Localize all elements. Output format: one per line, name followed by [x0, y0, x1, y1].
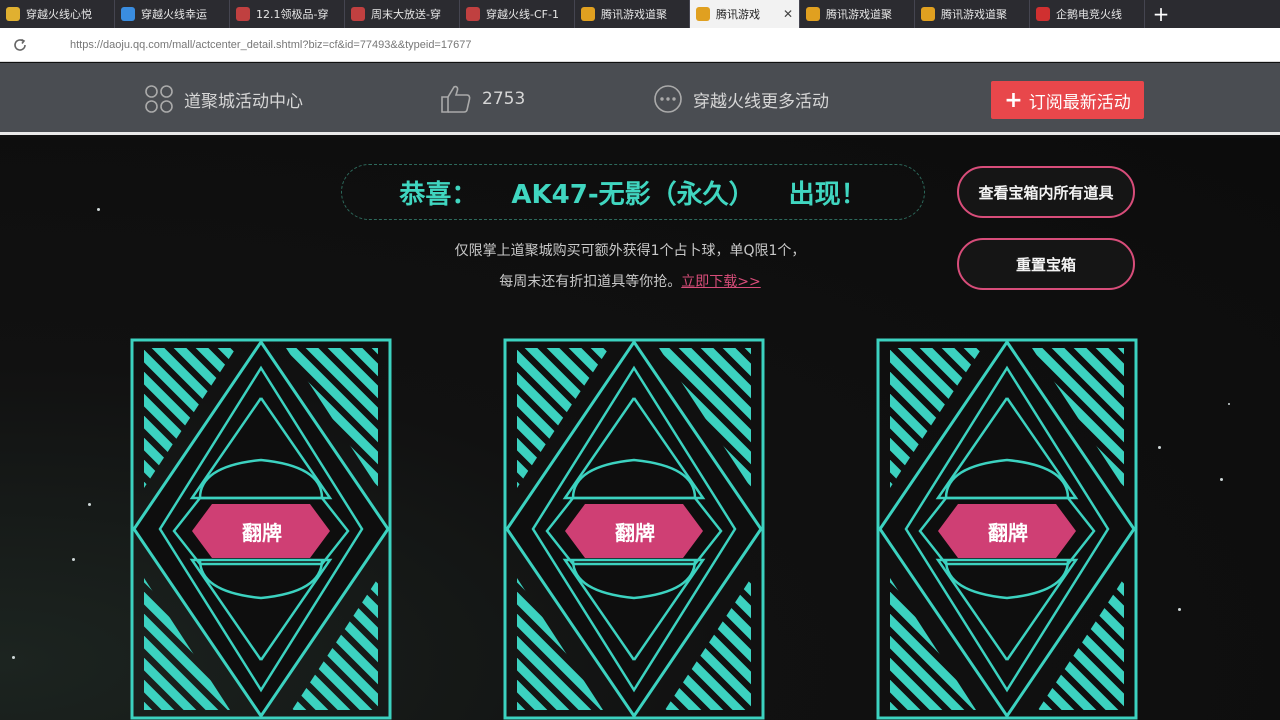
reload-icon: [14, 38, 26, 51]
browser-tab[interactable]: 12.1领极品-穿: [230, 0, 345, 28]
view-all-items-button[interactable]: 查看宝箱内所有道具: [957, 166, 1135, 218]
tab-title: 腾讯游戏道聚: [601, 8, 667, 21]
browser-tab[interactable]: 穿越火线幸运: [115, 0, 230, 28]
tab-favicon-icon: [236, 7, 250, 21]
tab-title: 周末大放送-穿: [371, 8, 441, 21]
flip-card-button[interactable]: 翻牌: [942, 504, 1074, 558]
flip-card[interactable]: 翻牌: [876, 338, 1138, 720]
tab-strip: 穿越火线心悦 穿越火线幸运 12.1领极品-穿 周末大放送-穿 穿越火线-CF-1 腾讯游…: [0, 0, 1280, 28]
browser-tab[interactable]: 周末大放送-穿: [345, 0, 460, 28]
banner-item: AK47-无影（永久）: [511, 179, 755, 210]
tab-title: 穿越火线-CF-1: [486, 8, 559, 21]
promo-line-2: 每周末还有折扣道具等你抢。立即下载>>: [400, 267, 860, 298]
browser-tab[interactable]: 腾讯游戏道聚: [575, 0, 690, 28]
more-activities-link[interactable]: 穿越火线更多活动: [653, 81, 829, 117]
browser-tab[interactable]: 穿越火线-CF-1: [460, 0, 575, 28]
like-button[interactable]: 2753: [440, 81, 525, 117]
flip-card-button[interactable]: 翻牌: [569, 504, 701, 558]
star-decoration: [1158, 446, 1161, 449]
tab-favicon-icon: [806, 7, 820, 21]
new-tab-button[interactable]: +: [1145, 0, 1177, 28]
tab-favicon-icon: [351, 7, 365, 21]
browser-tab[interactable]: 穿越火线心悦: [0, 0, 115, 28]
banner-prefix: 恭喜：: [399, 179, 478, 210]
promo-line-2-text: 每周末还有折扣道具等你抢。: [499, 274, 682, 290]
thumbs-up-icon: [441, 85, 471, 113]
like-count: 2753: [482, 89, 526, 109]
tab-favicon-icon: [581, 7, 595, 21]
address-bar: https://daoju.qq.com/mall/actcenter_deta…: [0, 28, 1280, 62]
browser-tab[interactable]: 腾讯游戏 ✕: [690, 0, 800, 28]
tab-favicon-icon: [121, 7, 135, 21]
star-decoration: [1228, 403, 1230, 405]
tab-title: 穿越火线心悦: [26, 8, 92, 21]
tab-title: 企鹅电竞火线: [1056, 8, 1122, 21]
promo-line-1: 仅限掌上道聚城购买可额外获得1个占卜球，单Q限1个，: [454, 243, 806, 259]
star-decoration: [97, 208, 100, 211]
star-decoration: [12, 656, 15, 659]
tab-title: 腾讯游戏道聚: [826, 8, 892, 21]
flip-card[interactable]: 翻牌: [503, 338, 765, 720]
tab-title: 12.1领极品-穿: [256, 8, 329, 21]
subscribe-button[interactable]: + 订阅最新活动: [991, 81, 1144, 119]
more-activities-label: 穿越火线更多活动: [693, 91, 829, 112]
browser-tab[interactable]: 腾讯游戏道聚: [915, 0, 1030, 28]
browser-tab[interactable]: 腾讯游戏道聚: [800, 0, 915, 28]
tab-favicon-icon: [1036, 7, 1050, 21]
tab-favicon-icon: [6, 7, 20, 21]
activity-center-label: 道聚城活动中心: [184, 91, 303, 112]
flip-card-button[interactable]: 翻牌: [196, 504, 328, 558]
flip-card[interactable]: 翻牌: [130, 338, 392, 720]
banner-suffix: 出现！: [788, 179, 867, 210]
download-link[interactable]: 立即下载>>: [681, 274, 760, 290]
tab-favicon-icon: [696, 7, 710, 21]
tab-title: 穿越火线幸运: [141, 8, 207, 21]
star-decoration: [72, 558, 75, 561]
tab-favicon-icon: [466, 7, 480, 21]
browser-tab[interactable]: 企鹅电竞火线: [1030, 0, 1145, 28]
tab-title: 腾讯游戏: [716, 8, 760, 21]
plus-icon: +: [1004, 87, 1023, 113]
activity-header: 道聚城活动中心 2753 穿越火线更多活动 + 订阅最新活动: [0, 63, 1280, 135]
star-decoration: [88, 503, 91, 506]
tab-favicon-icon: [921, 7, 935, 21]
grid-icon: [145, 85, 173, 113]
promo-note: 仅限掌上道聚城购买可额外获得1个占卜球，单Q限1个， 每周末还有折扣道具等你抢。…: [400, 236, 860, 298]
url-text[interactable]: https://daoju.qq.com/mall/actcenter_deta…: [70, 39, 471, 51]
tab-close-icon[interactable]: ✕: [783, 7, 793, 21]
tab-title: 腾讯游戏道聚: [941, 8, 1007, 21]
activity-center-link[interactable]: 道聚城活动中心: [144, 81, 303, 117]
reload-button[interactable]: [0, 37, 40, 53]
more-icon: [654, 85, 682, 113]
reset-box-button[interactable]: 重置宝箱: [957, 238, 1135, 290]
lottery-area: 恭喜： AK47-无影（永久） 出现！ 仅限掌上道聚城购买可额外获得1个占卜球，…: [0, 138, 1280, 720]
subscribe-label: 订阅最新活动: [1028, 92, 1131, 113]
star-decoration: [1220, 478, 1223, 481]
star-decoration: [1178, 608, 1181, 611]
congrats-banner: 恭喜： AK47-无影（永久） 出现！: [341, 164, 925, 220]
